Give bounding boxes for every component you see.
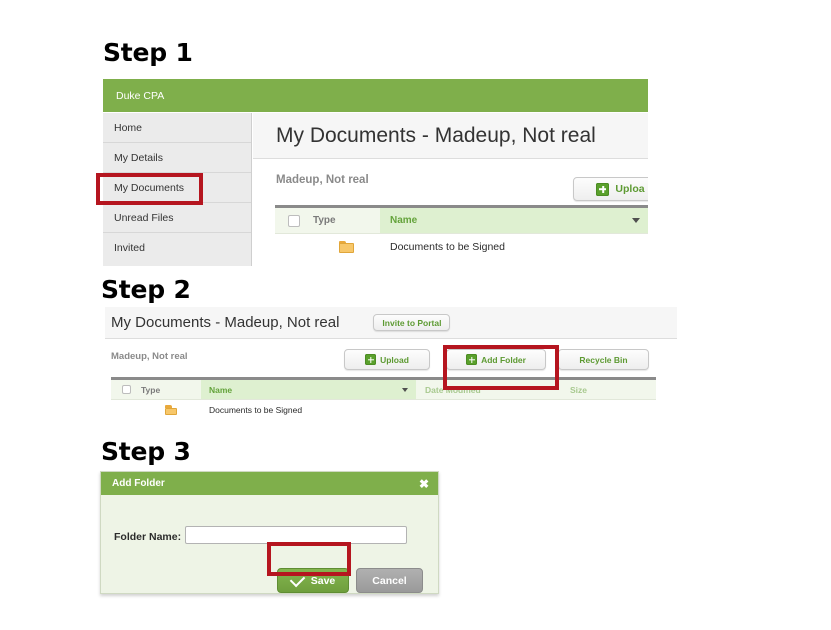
sidebar-item-invited[interactable]: Invited xyxy=(103,233,251,263)
cancel-button[interactable]: Cancel xyxy=(356,568,423,593)
step-1-screenshot: Duke CPA Home My Details My Documents Un… xyxy=(103,79,648,266)
sidebar-nav: Home My Details My Documents Unread File… xyxy=(103,113,252,266)
sidebar-item-label: My Details xyxy=(114,151,164,164)
file-name-cell: Documents to be Signed xyxy=(209,405,303,415)
column-label: Size xyxy=(570,384,588,395)
close-icon[interactable]: ✖ xyxy=(419,478,429,490)
step-1-heading: Step 1 xyxy=(103,38,193,67)
folder-icon xyxy=(339,241,354,254)
column-header-name[interactable]: Name xyxy=(380,208,648,233)
recycle-bin-button[interactable]: Recycle Bin xyxy=(558,349,649,370)
cancel-button-label: Cancel xyxy=(372,574,407,587)
table-row[interactable]: Documents to be Signed xyxy=(111,400,656,420)
upload-button-label: Uploa xyxy=(615,183,645,195)
column-label: Name xyxy=(390,215,418,226)
sidebar-item-my-details[interactable]: My Details xyxy=(103,143,251,173)
folder-icon xyxy=(165,405,177,415)
step-1-page-header: My Documents - Madeup, Not real xyxy=(253,113,648,159)
dialog-title-bar: Add Folder ✖ xyxy=(101,472,438,495)
portal-brand-bar: Duke CPA xyxy=(103,79,648,112)
step-3-heading: Step 3 xyxy=(101,437,191,466)
checkmark-icon xyxy=(289,571,306,587)
save-button-label: Save xyxy=(310,574,336,587)
column-label: Date Modified xyxy=(425,384,481,395)
add-folder-button[interactable]: Add Folder xyxy=(446,349,546,370)
recycle-bin-button-label: Recycle Bin xyxy=(579,354,628,365)
sort-descending-icon xyxy=(402,387,408,392)
select-all-checkbox[interactable] xyxy=(275,208,313,233)
table-header-row: Type Name xyxy=(275,208,648,234)
sidebar-item-label: Home xyxy=(114,121,143,134)
page-title: My Documents - Madeup, Not real xyxy=(111,314,340,331)
sidebar-item-home[interactable]: Home xyxy=(103,113,251,143)
checkbox-icon xyxy=(121,385,131,394)
save-button[interactable]: Save xyxy=(277,568,349,593)
step-1-file-table: Type Name Documents to be Signed xyxy=(275,205,648,265)
sidebar-item-label: My Documents xyxy=(114,181,185,194)
plus-icon xyxy=(365,354,377,365)
breadcrumb: Madeup, Not real xyxy=(276,174,369,186)
folder-name-label: Folder Name: xyxy=(114,531,182,543)
column-label: Type xyxy=(141,384,161,395)
page-title: My Documents - Madeup, Not real xyxy=(276,123,596,147)
checkbox-icon xyxy=(288,214,300,227)
sidebar-item-label: Unread Files xyxy=(114,211,174,224)
column-header-name[interactable]: Name xyxy=(201,380,416,399)
file-name-cell: Documents to be Signed xyxy=(390,241,505,253)
select-all-checkbox[interactable] xyxy=(111,380,141,399)
sidebar-item-my-documents[interactable]: My Documents xyxy=(103,173,251,203)
sidebar-item-unread-files[interactable]: Unread Files xyxy=(103,203,251,233)
table-header-row: Type Name Date Modified Size xyxy=(111,380,656,400)
column-label: Name xyxy=(209,384,233,395)
plus-icon xyxy=(596,182,610,196)
column-header-date-modified[interactable]: Date Modified xyxy=(416,380,561,399)
upload-button-label: Upload xyxy=(380,354,409,365)
step-2-screenshot: My Documents - Madeup, Not real Invite t… xyxy=(105,307,677,425)
sidebar-item-label: Invited xyxy=(114,242,145,254)
add-folder-button-label: Add Folder xyxy=(481,354,526,365)
table-row[interactable]: Documents to be Signed xyxy=(275,234,648,260)
dialog-title: Add Folder xyxy=(112,478,165,489)
upload-button[interactable]: Uploa xyxy=(573,177,648,201)
step-2-heading: Step 2 xyxy=(101,275,191,304)
step-2-file-table: Type Name Date Modified Size Documents t… xyxy=(111,377,656,423)
brand-name: Duke CPA xyxy=(116,89,165,102)
breadcrumb: Madeup, Not real xyxy=(111,351,188,362)
upload-button[interactable]: Upload xyxy=(344,349,430,370)
folder-name-input[interactable] xyxy=(185,526,407,544)
column-header-type[interactable]: Type xyxy=(141,380,201,399)
invite-to-portal-button[interactable]: Invite to Portal xyxy=(373,314,451,331)
column-header-type[interactable]: Type xyxy=(313,208,380,233)
sort-descending-icon xyxy=(632,218,640,223)
column-header-size[interactable]: Size xyxy=(561,380,656,399)
plus-icon xyxy=(466,354,478,365)
dialog-body: Folder Name: Save Cancel xyxy=(101,495,438,593)
step-2-page-header: My Documents - Madeup, Not real Invite t… xyxy=(105,307,677,339)
column-label: Type xyxy=(313,215,336,226)
slide-canvas: Step 1 Duke CPA Home My Details My Docum… xyxy=(0,0,831,630)
add-folder-dialog: Add Folder ✖ Folder Name: Save Cancel xyxy=(100,471,439,594)
invite-to-portal-label: Invite to Portal xyxy=(382,317,442,328)
